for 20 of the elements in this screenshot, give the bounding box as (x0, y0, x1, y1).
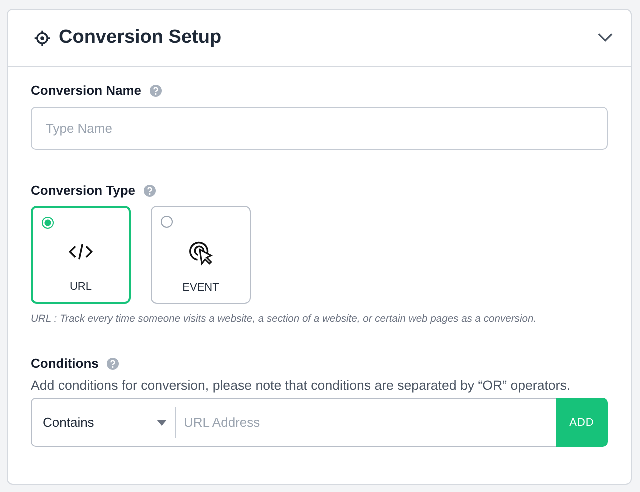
caret-icon (157, 420, 167, 426)
help-icon[interactable] (150, 84, 162, 96)
type-option[interactable]: EVENT (151, 206, 251, 304)
target-icon (34, 30, 51, 46)
name-input[interactable]: Type Name (31, 107, 608, 150)
help-icon[interactable] (106, 358, 119, 370)
field-label: Conditions (31, 356, 99, 371)
radio-button[interactable] (161, 216, 173, 228)
chevron-icon[interactable] (598, 33, 613, 43)
type-option[interactable]: URL (31, 206, 131, 304)
conditions-hint: Add conditions for conversion, please note that conditions are separated by “OR” operators. (31, 378, 572, 393)
url-input[interactable]: URL Address (176, 398, 556, 447)
field-label: Conversion Type (31, 183, 136, 198)
cursor-click-icon (188, 240, 214, 266)
help-icon[interactable] (144, 184, 156, 196)
type-description: URL : Track every time someone visits a website, a section of a website, or certain web pages as a conversion. (31, 314, 538, 325)
operator-dropdown[interactable]: Contains (31, 398, 176, 447)
radio-button[interactable] (42, 217, 54, 229)
panel-title: Conversion Setup (59, 27, 223, 49)
field-label: Conversion Name (31, 83, 142, 98)
